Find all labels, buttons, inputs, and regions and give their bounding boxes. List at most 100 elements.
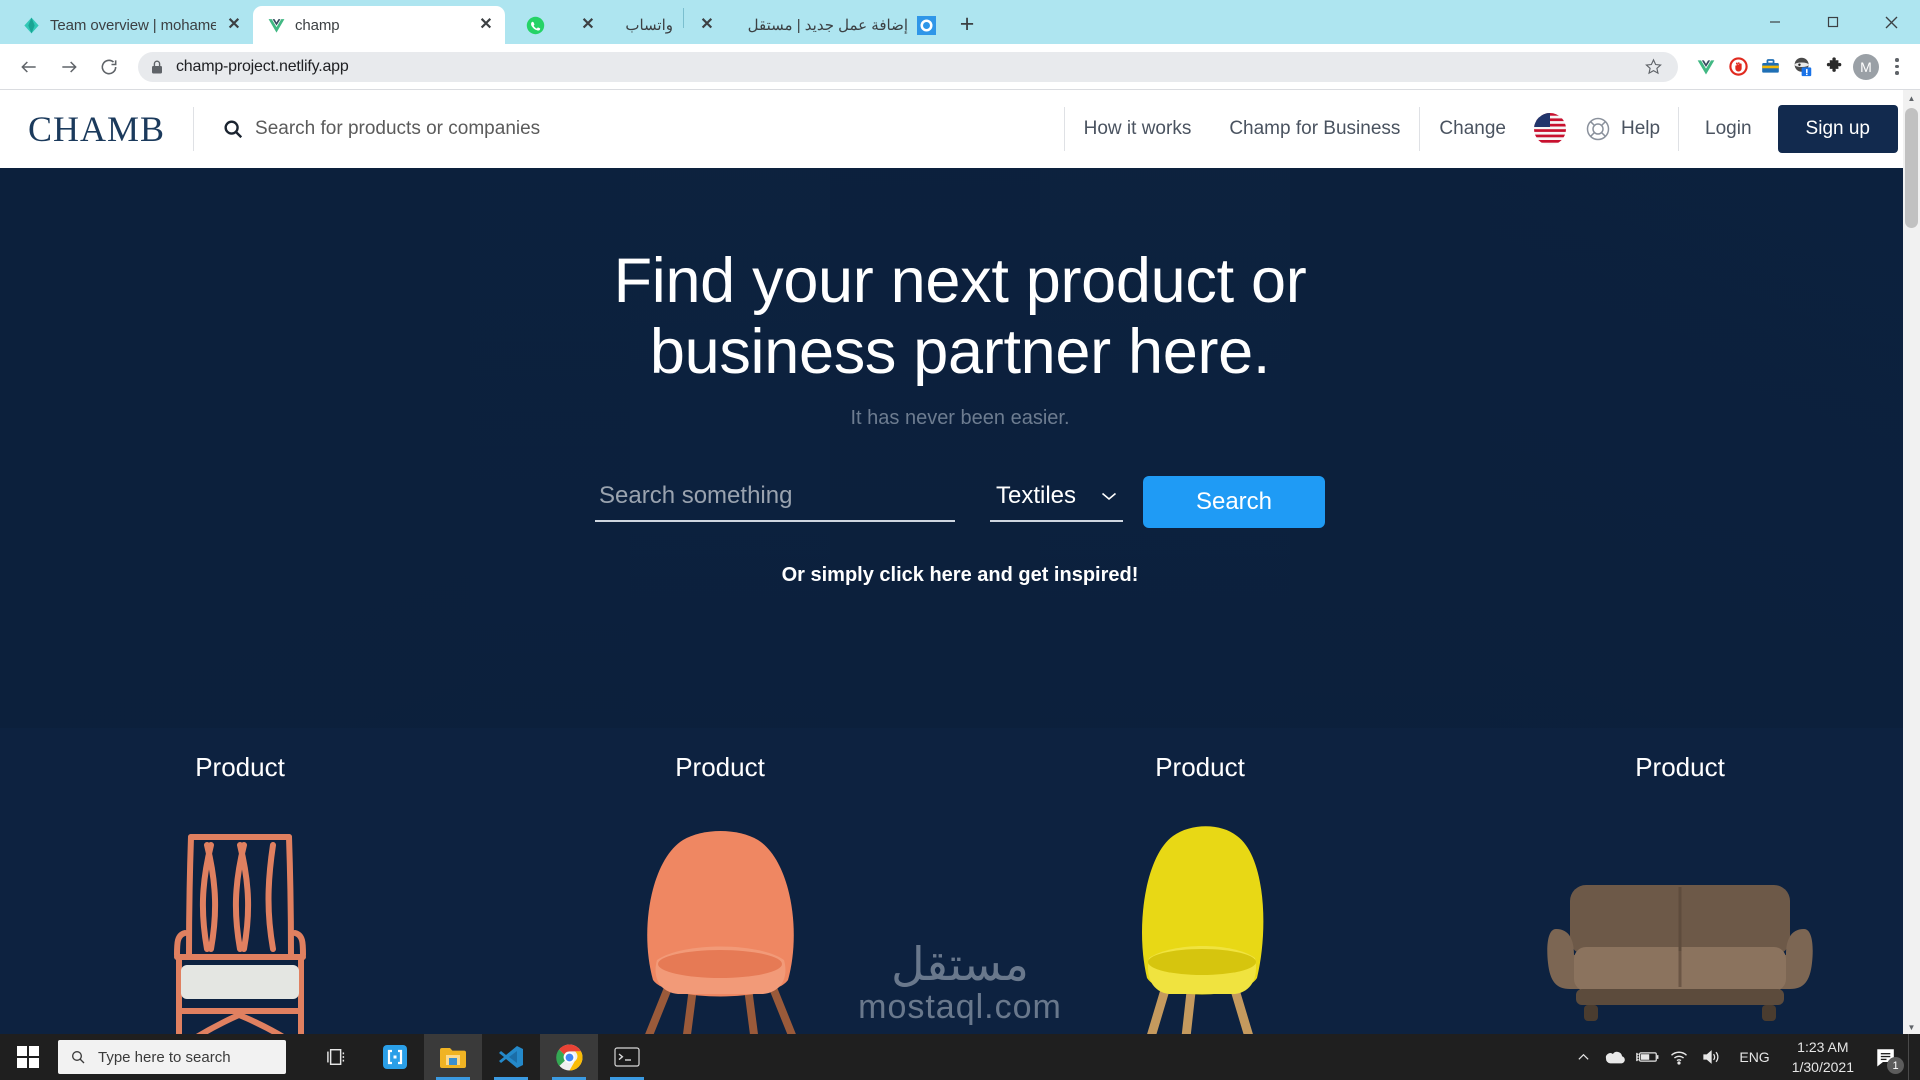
tab-label: واتساب — [625, 17, 673, 34]
puzzle-icon[interactable] — [1820, 53, 1848, 81]
system-tray: ENG 1:23 AM 1/30/2021 1 — [1567, 1034, 1920, 1080]
back-arrow-icon[interactable] — [10, 48, 48, 86]
close-icon[interactable] — [1862, 0, 1920, 44]
mostaql-blue-icon — [917, 15, 936, 35]
ninja-icon[interactable] — [1788, 53, 1816, 81]
hero-search-row: Search something Textiles Search — [0, 476, 1920, 529]
minimize-icon[interactable] — [1746, 0, 1804, 44]
nav-link-change[interactable]: Change — [1420, 118, 1525, 140]
browser-tab-whatsapp[interactable]: واتساب ✕ — [565, 6, 683, 44]
scroll-up-icon[interactable]: ▲ — [1903, 90, 1920, 107]
onedrive-icon[interactable] — [1599, 1034, 1631, 1080]
vue-devtools-icon[interactable] — [1692, 53, 1720, 81]
battery-charging-icon[interactable] — [1631, 1034, 1663, 1080]
address-bar-url: champ-project.netlify.app — [176, 57, 349, 75]
windows-start-icon[interactable] — [0, 1034, 56, 1080]
nav-link-champ-for-business[interactable]: Champ for Business — [1210, 118, 1419, 140]
hero-search-input[interactable]: Search something — [595, 482, 955, 523]
show-hidden-icons-icon[interactable] — [1567, 1034, 1599, 1080]
product-card[interactable]: Product — [1440, 728, 1920, 1036]
product-title: Product — [675, 752, 765, 782]
wifi-icon[interactable] — [1663, 1034, 1695, 1080]
header-nav-links: How it works Champ for Business Change H… — [1065, 105, 1898, 153]
product-card[interactable]: Product — [480, 728, 960, 1036]
file-explorer-icon[interactable] — [424, 1034, 482, 1080]
search-icon — [72, 1051, 85, 1064]
browser-tab-team-overview[interactable]: Team overview | mohamed-ahme ✕ — [8, 6, 253, 44]
language-indicator[interactable]: ENG — [1727, 1049, 1781, 1065]
vue-icon — [268, 18, 285, 33]
vscode-icon[interactable] — [482, 1034, 540, 1080]
login-button[interactable]: Login — [1679, 118, 1778, 140]
hero-content: Find your next product or business partn… — [0, 168, 1920, 587]
browser-tab-champ[interactable]: champ ✕ — [253, 6, 505, 44]
product-card[interactable]: Product — [960, 728, 1440, 1036]
chevron-down-icon — [1101, 492, 1117, 501]
category-select-value: Textiles — [996, 482, 1077, 510]
page-scrollbar[interactable]: ▲ ▼ — [1903, 90, 1920, 1036]
notification-icon[interactable]: 1 — [1864, 1034, 1908, 1080]
hero-section: Find your next product or business partn… — [0, 168, 1920, 728]
browser-tab-whatsapp-pinned[interactable] — [505, 6, 565, 44]
site-logo[interactable]: CHAMB — [28, 108, 193, 150]
notification-count: 1 — [1887, 1057, 1904, 1074]
profile-avatar[interactable]: M — [1852, 53, 1880, 81]
task-view-icon[interactable] — [308, 1034, 366, 1080]
product-title: Product — [1155, 752, 1245, 782]
nav-link-how-it-works[interactable]: How it works — [1065, 118, 1211, 140]
product-image-armchair-wood-frame-coral — [0, 805, 480, 1036]
clock[interactable]: 1:23 AM 1/30/2021 — [1782, 1037, 1864, 1078]
inspire-link[interactable]: Or simply click here and get inspired! — [0, 564, 1920, 587]
lifebuoy-icon — [1586, 117, 1610, 141]
hero-search-placeholder: Search something — [599, 482, 793, 510]
tab-label: Team overview | mohamed-ahme — [50, 16, 216, 34]
browser-tab-mostaql[interactable]: إضافة عمل جديد | مستقل ✕ — [684, 6, 946, 44]
help-button[interactable]: Help — [1575, 116, 1678, 142]
browser-window: Team overview | mohamed-ahme ✕ champ ✕ و… — [0, 0, 1920, 1080]
terminal-icon[interactable] — [598, 1034, 656, 1080]
tab-close-icon[interactable]: ✕ — [477, 17, 495, 33]
hero-search-button[interactable]: Search — [1143, 476, 1325, 529]
toolbox-icon[interactable] — [1756, 53, 1784, 81]
hero-title-line-1: Find your next product or — [613, 246, 1307, 316]
adblock-icon[interactable] — [1724, 53, 1752, 81]
signup-button[interactable]: Sign up — [1777, 105, 1898, 153]
tab-close-icon[interactable]: ✕ — [225, 17, 243, 33]
kebab-menu-icon[interactable] — [1884, 53, 1910, 81]
extension-icons: M — [1688, 53, 1910, 81]
star-icon[interactable] — [1640, 54, 1666, 80]
new-tab-button[interactable]: + — [950, 7, 984, 41]
tab-label: champ — [295, 16, 340, 34]
tab-close-icon[interactable]: ✕ — [579, 17, 597, 33]
header-search[interactable]: Search for products or companies — [194, 118, 1064, 140]
reload-icon[interactable] — [90, 48, 128, 86]
category-select[interactable]: Textiles — [990, 482, 1123, 523]
product-row: Product Product Product Product — [0, 728, 1920, 1036]
product-image-coral-upholstered-armchair — [480, 805, 960, 1036]
lock-icon — [152, 60, 162, 73]
us-flag-icon[interactable] — [1531, 110, 1569, 148]
brackets-editor-icon[interactable] — [366, 1034, 424, 1080]
taskbar-search-box[interactable]: Type here to search — [58, 1040, 286, 1074]
tab-label: إضافة عمل جديد | مستقل — [747, 17, 908, 34]
site-header: CHAMB Search for products or companies H… — [0, 90, 1920, 168]
clock-date: 1/30/2021 — [1791, 1059, 1854, 1075]
windows-taskbar: Type here to search ENG 1:23 AM 1/30/202… — [0, 1034, 1920, 1080]
scrollbar-thumb[interactable] — [1905, 108, 1918, 228]
search-icon — [224, 120, 243, 139]
tab-strip: Team overview | mohamed-ahme ✕ champ ✕ و… — [0, 0, 1920, 44]
maximize-icon[interactable] — [1804, 0, 1862, 44]
show-desktop-button[interactable] — [1908, 1034, 1916, 1080]
product-title: Product — [1635, 752, 1725, 782]
tab-close-icon[interactable]: ✕ — [698, 17, 716, 33]
address-bar[interactable]: champ-project.netlify.app — [138, 51, 1678, 82]
window-controls — [1746, 0, 1920, 44]
volume-icon[interactable] — [1695, 1034, 1727, 1080]
hero-title-line-2: business partner here. — [649, 316, 1271, 387]
chrome-icon[interactable] — [540, 1034, 598, 1080]
taskbar-search-placeholder: Type here to search — [98, 1048, 231, 1066]
hero-subtitle: It has never been easier. — [850, 407, 1070, 430]
browser-toolbar: champ-project.netlify.app M — [0, 44, 1920, 90]
forward-arrow-icon[interactable] — [50, 48, 88, 86]
product-card[interactable]: Product — [0, 728, 480, 1036]
